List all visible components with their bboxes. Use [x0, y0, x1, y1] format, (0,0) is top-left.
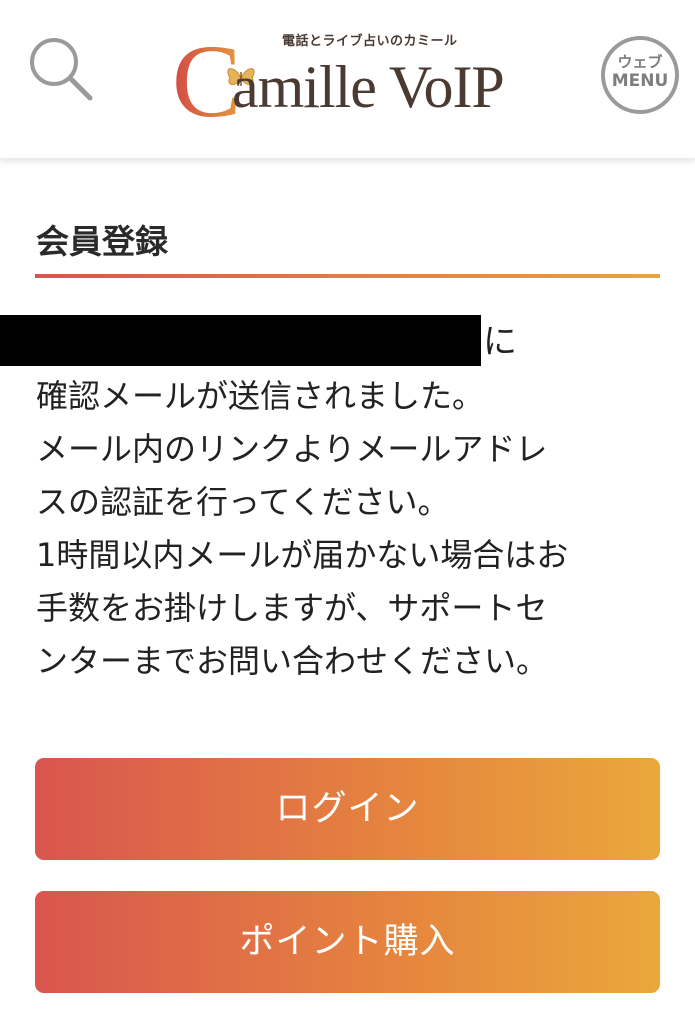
login-button[interactable]: ログイン [35, 758, 660, 860]
menu-bottom-label: MENU [611, 71, 669, 91]
site-header: 電話とライブ占いのカミール C amille VoIP ウェブ MENU [0, 0, 695, 159]
message-line: スの認証を行ってください。 [36, 483, 450, 521]
buy-points-button[interactable]: ポイント購入 [35, 891, 660, 993]
message-line: 確認メールが送信されました。 [36, 377, 485, 415]
page-title: 会員登録 [36, 222, 168, 261]
message-line: 1時間以内メールが届かない場合はお [36, 536, 569, 574]
title-divider [35, 274, 660, 278]
web-menu-button[interactable]: ウェブ MENU [601, 36, 679, 114]
confirmation-message: 確認メールが送信されました。 メール内のリンクよりメールアドレ スの認証を行って… [36, 370, 656, 688]
menu-top-label: ウェブ [617, 53, 663, 71]
page: 電話とライブ占いのカミール C amille VoIP ウェブ MENU 会員登… [0, 0, 695, 1024]
search-button[interactable] [24, 32, 100, 108]
message-line: メール内のリンクよりメールアドレ [36, 430, 548, 468]
message-particle: に [483, 322, 517, 362]
logo-tagline: 電話とライブ占いのカミール [282, 34, 458, 49]
logo-wordmark: amille VoIP [232, 54, 505, 120]
message-line: 手数をお掛けしますが、サポートセ [36, 589, 548, 627]
site-logo[interactable]: 電話とライブ占いのカミール C amille VoIP [170, 28, 530, 128]
message-line: ンターまでお問い合わせください。 [36, 642, 549, 680]
redacted-email [0, 315, 481, 366]
search-icon [24, 32, 100, 108]
